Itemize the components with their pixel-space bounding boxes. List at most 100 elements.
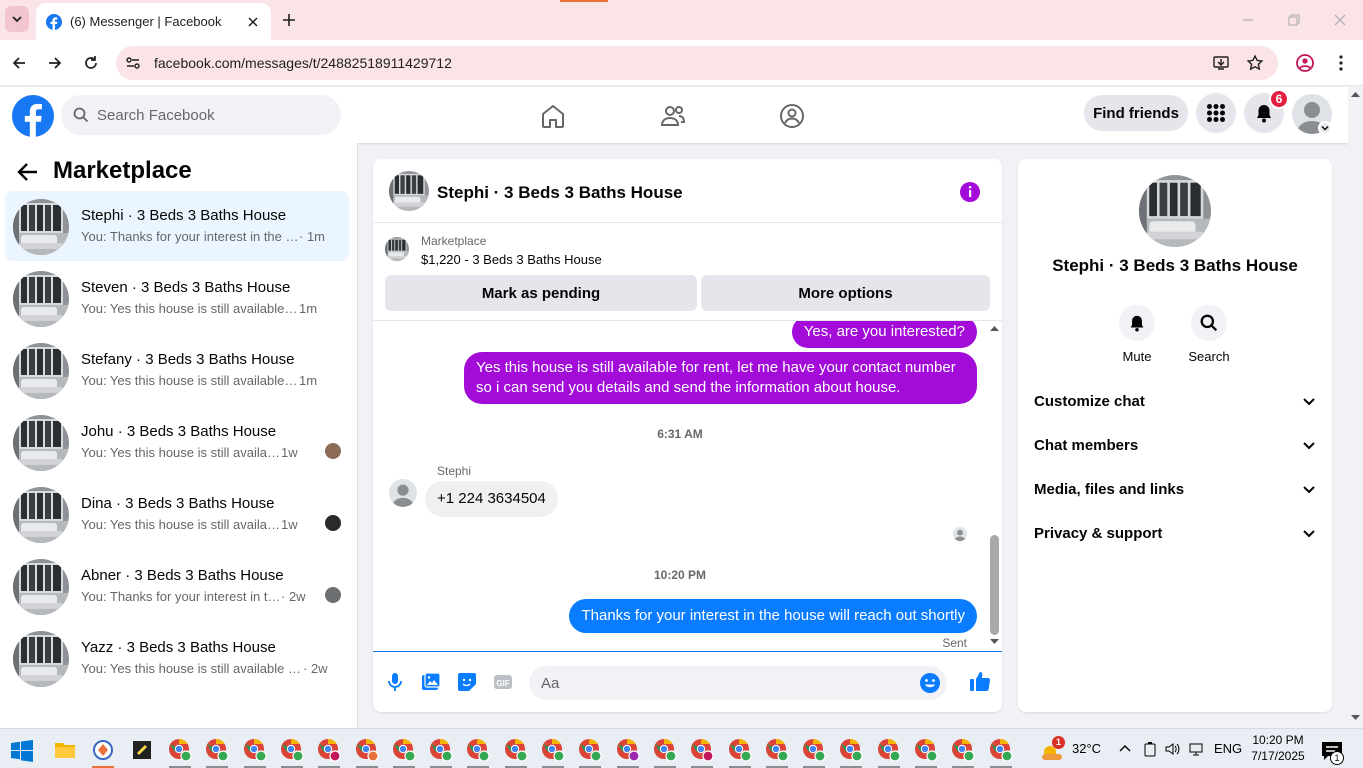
conversation-item[interactable]: Stefany · 3 Beds 3 Baths House You: Yes t…: [5, 335, 349, 405]
minimize-icon[interactable]: [1240, 12, 1256, 28]
customize-chat-row[interactable]: Customize chat: [1034, 381, 1316, 421]
chrome-window-icon[interactable]: [541, 738, 565, 762]
back-icon[interactable]: [10, 54, 28, 72]
chrome-window-icon[interactable]: [951, 738, 975, 762]
chat-avatar[interactable]: [389, 171, 429, 211]
new-tab-icon[interactable]: [280, 11, 298, 29]
forward-icon[interactable]: [46, 54, 64, 72]
mark-as-pending-button[interactable]: Mark as pending: [385, 275, 697, 311]
sender-avatar[interactable]: [389, 479, 417, 507]
scroll-down-icon[interactable]: [1351, 715, 1360, 721]
conversation-item[interactable]: Stephi · 3 Beds 3 Baths House You: Thanks…: [5, 191, 349, 261]
scroll-down-icon[interactable]: [990, 639, 999, 645]
account-menu-chevron[interactable]: [1318, 121, 1332, 135]
chrome-window-icon[interactable]: [616, 738, 640, 762]
chrome-window-icon[interactable]: [914, 738, 938, 762]
home-icon[interactable]: [540, 103, 566, 129]
chrome-window-icon[interactable]: [839, 738, 863, 762]
gif-icon[interactable]: GIF: [493, 672, 513, 692]
omnibox[interactable]: facebook.com/messages/t/2488251891142971…: [116, 46, 1278, 80]
more-options-button[interactable]: More options: [701, 275, 990, 311]
browser-tab[interactable]: (6) Messenger | Facebook: [36, 3, 271, 40]
search-input[interactable]: [97, 95, 327, 135]
groups-icon[interactable]: [779, 103, 805, 129]
message-input[interactable]: [541, 666, 911, 700]
chrome-window-icon[interactable]: [989, 738, 1013, 762]
chrome-window-icon[interactable]: [765, 738, 789, 762]
thread-scrollbar[interactable]: [987, 321, 1002, 651]
bookmark-star-icon[interactable]: [1246, 54, 1264, 72]
chrome-window-icon[interactable]: [653, 738, 677, 762]
chrome-window-icon[interactable]: [280, 738, 304, 762]
chrome-window-icon[interactable]: [578, 738, 602, 762]
emoji-icon[interactable]: [919, 672, 941, 694]
details-avatar[interactable]: [1139, 175, 1211, 247]
thumbs-up-icon[interactable]: [969, 670, 991, 692]
tray-chevron-up-icon[interactable]: [1118, 742, 1132, 756]
friends-icon[interactable]: [660, 103, 686, 129]
reload-icon[interactable]: [82, 54, 100, 72]
chrome-window-icon[interactable]: [355, 738, 379, 762]
chrome-window-icon[interactable]: [392, 738, 416, 762]
install-app-icon[interactable]: [1212, 54, 1230, 72]
chrome-window-icon[interactable]: [877, 738, 901, 762]
menu-button[interactable]: [1196, 93, 1236, 133]
chrome-window-icon[interactable]: [317, 738, 341, 762]
chrome-window-icon[interactable]: [728, 738, 752, 762]
media-files-links-row[interactable]: Media, files and links: [1034, 469, 1316, 509]
message-bubble-outgoing[interactable]: Thanks for your interest in the house wi…: [569, 599, 977, 633]
restore-icon[interactable]: [1286, 12, 1302, 28]
chrome-window-icon[interactable]: [802, 738, 826, 762]
tab-close-button[interactable]: [245, 14, 261, 30]
chat-title[interactable]: Stephi · 3 Beds 3 Baths House: [437, 183, 683, 203]
windows-start-icon[interactable]: [10, 739, 34, 763]
site-settings-icon[interactable]: [124, 54, 142, 72]
file-explorer-icon[interactable]: [53, 738, 77, 762]
message-bubble-incoming[interactable]: +1 224 3634504: [425, 481, 558, 517]
conversation-item[interactable]: Dina · 3 Beds 3 Baths House You: Yes this…: [5, 479, 349, 549]
privacy-support-row[interactable]: Privacy & support: [1034, 513, 1316, 553]
listing-thumbnail[interactable]: [385, 237, 409, 261]
microphone-icon[interactable]: [387, 672, 403, 692]
photo-icon[interactable]: [421, 672, 441, 692]
facebook-search[interactable]: [61, 95, 341, 135]
info-icon[interactable]: [959, 181, 981, 203]
page-scrollbar[interactable]: [1348, 87, 1363, 727]
chrome-window-icon[interactable]: [205, 738, 229, 762]
temperature[interactable]: 32°C: [1072, 741, 1101, 756]
listing-description[interactable]: $1,220 - 3 Beds 3 Baths House: [421, 252, 602, 267]
chrome-window-icon[interactable]: [466, 738, 490, 762]
close-window-icon[interactable]: [1332, 12, 1348, 28]
conversation-item[interactable]: Yazz · 3 Beds 3 Baths House You: Yes this…: [5, 623, 349, 693]
conversation-item[interactable]: Johu · 3 Beds 3 Baths House You: Yes this…: [5, 407, 349, 477]
search-in-conversation-button[interactable]: Search: [1179, 305, 1239, 364]
chat-members-row[interactable]: Chat members: [1034, 425, 1316, 465]
mute-button[interactable]: Mute: [1107, 305, 1167, 364]
battery-icon[interactable]: [1143, 741, 1157, 757]
message-bubble-outgoing[interactable]: Yes this house is still available for re…: [464, 352, 977, 404]
chrome-window-icon[interactable]: [429, 738, 453, 762]
chrome-window-icon[interactable]: [243, 738, 267, 762]
message-bubble-outgoing[interactable]: Yes, are you interested?: [791, 321, 977, 348]
chrome-window-icon[interactable]: [168, 738, 192, 762]
find-friends-button[interactable]: Find friends: [1084, 95, 1188, 131]
conversation-item[interactable]: Abner · 3 Beds 3 Baths House You: Thanks …: [5, 551, 349, 621]
scrollbar-thumb[interactable]: [990, 535, 999, 635]
sticker-icon[interactable]: [457, 672, 477, 692]
kebab-menu-icon[interactable]: [1332, 53, 1350, 73]
sticky-notes-icon[interactable]: [130, 738, 154, 762]
scroll-up-icon[interactable]: [990, 325, 999, 331]
chrome-window-icon[interactable]: [690, 738, 714, 762]
app-icon[interactable]: [91, 738, 115, 762]
language-indicator[interactable]: ENG: [1214, 741, 1242, 756]
speaker-icon[interactable]: [1164, 741, 1180, 757]
network-icon[interactable]: [1188, 741, 1204, 757]
facebook-logo-icon[interactable]: [12, 95, 54, 137]
profile-icon[interactable]: [1295, 53, 1315, 73]
chrome-window-icon[interactable]: [504, 738, 528, 762]
message-input-box[interactable]: [529, 666, 947, 700]
back-arrow-icon[interactable]: [16, 160, 40, 184]
system-clock[interactable]: 10:20 PM 7/17/2025: [1246, 732, 1310, 764]
conversation-item[interactable]: Steven · 3 Beds 3 Baths House You: Yes th…: [5, 263, 349, 333]
tab-search-button[interactable]: [5, 6, 29, 32]
